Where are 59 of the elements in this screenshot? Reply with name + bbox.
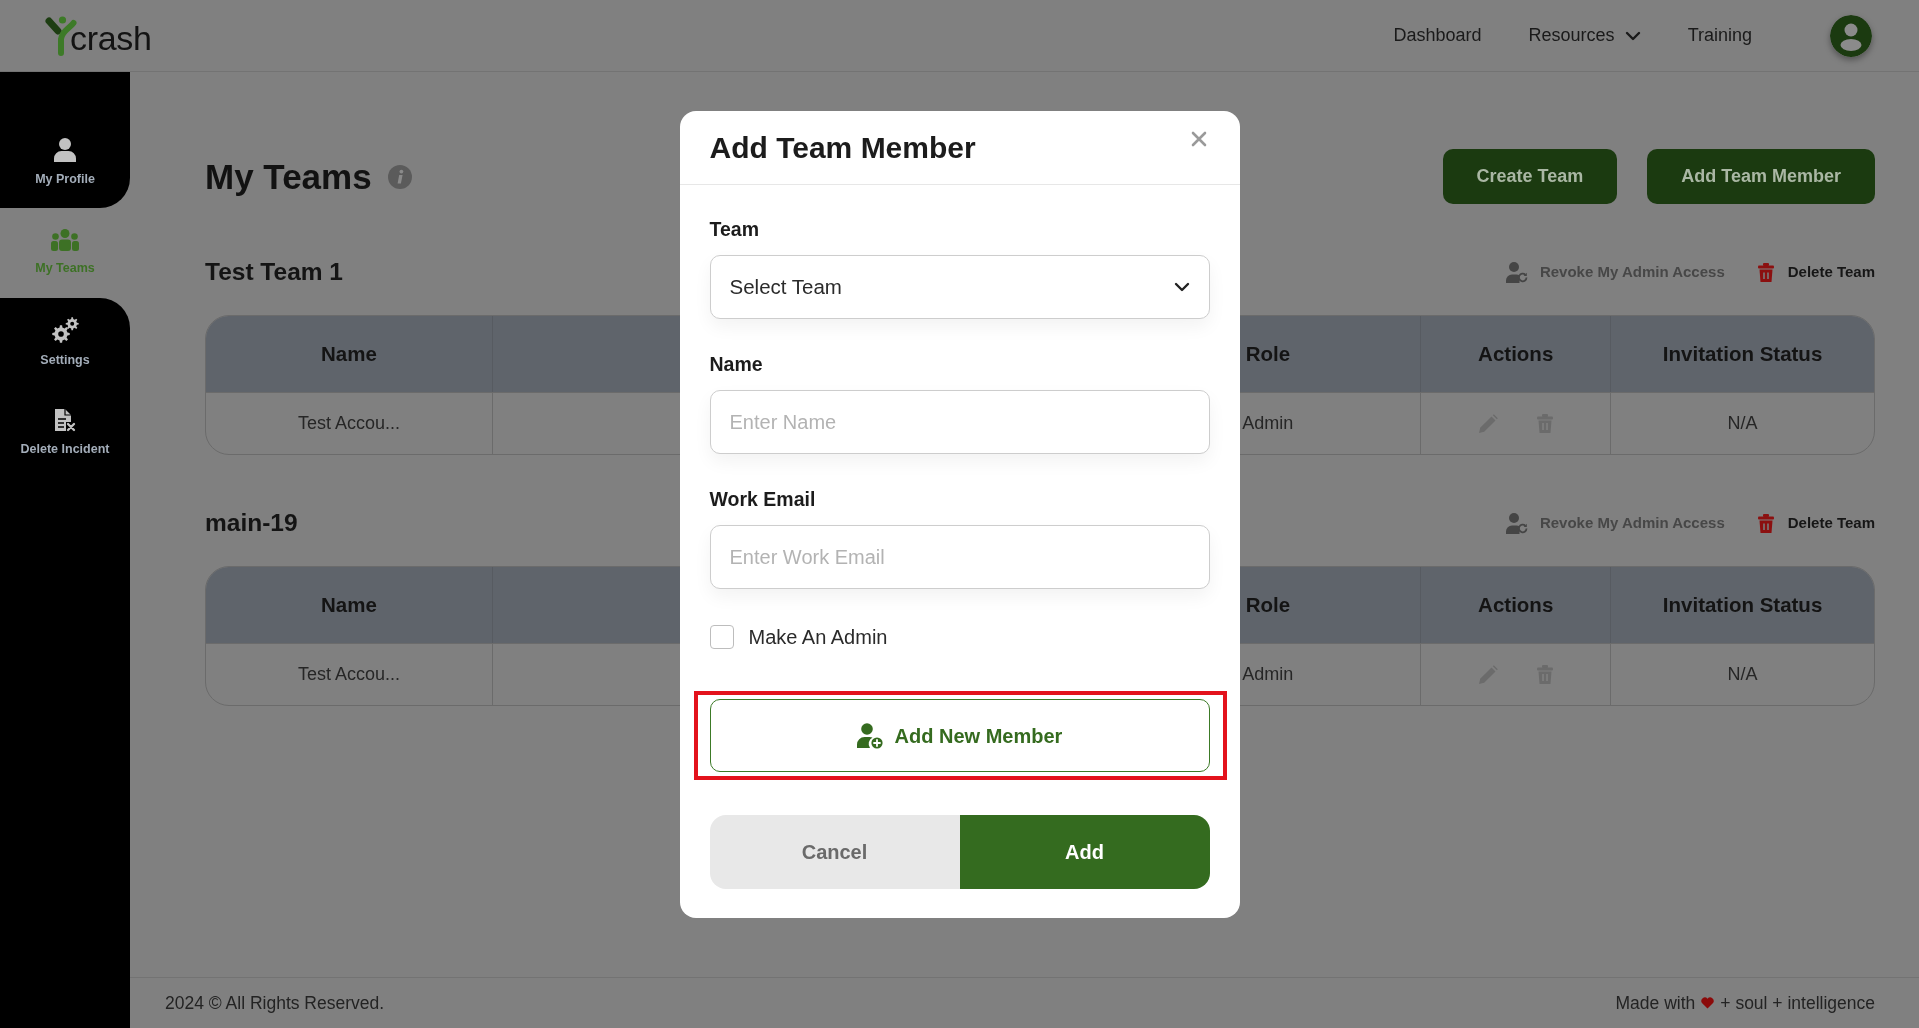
- field-label: Team: [709, 218, 760, 240]
- delete-team-link[interactable]: Delete Team: [1757, 511, 1875, 535]
- checkbox[interactable]: [709, 625, 734, 649]
- modal-title: Add Team Member: [709, 129, 976, 166]
- trash-icon: [1757, 513, 1774, 533]
- close-button[interactable]: [1190, 131, 1207, 147]
- member-role: Admin: [1242, 412, 1294, 435]
- invitation-status: N/A: [1727, 663, 1758, 686]
- column-title: Invitation Status: [1662, 340, 1823, 367]
- chevron-down-icon: [1173, 282, 1190, 292]
- page-title: My Teams: [205, 155, 372, 198]
- person-refresh-icon: [1505, 512, 1528, 534]
- column-title: Name: [321, 340, 377, 367]
- action-button[interactable]: Create Team: [1442, 149, 1618, 204]
- sidebar-item[interactable]: My Profile: [0, 118, 130, 208]
- person-refresh-icon: [1505, 261, 1528, 283]
- field-label: Name: [709, 353, 764, 375]
- sidebar-item[interactable]: Settings: [0, 298, 130, 388]
- input-field[interactable]: Enter Name: [709, 390, 1210, 454]
- cancel-button[interactable]: Cancel: [709, 815, 960, 889]
- column-title: Name: [321, 591, 377, 618]
- sidebar-item[interactable]: Delete Incident: [0, 388, 130, 478]
- input-field[interactable]: Enter Work Email: [709, 525, 1210, 589]
- credit-text: Made with: [1615, 991, 1696, 1015]
- settings-icon: [51, 316, 79, 343]
- user-avatar-icon[interactable]: [1830, 14, 1872, 57]
- field-label: Work Email: [709, 488, 817, 510]
- add-new-member-button[interactable]: Add New Member: [709, 699, 1210, 772]
- column-title: Actions: [1478, 591, 1554, 618]
- column-title: Actions: [1478, 340, 1554, 367]
- nav-dropdown[interactable]: Resources: [1528, 22, 1641, 49]
- team-name: main-19: [205, 508, 298, 538]
- chevron-down-icon: [1624, 30, 1641, 41]
- logo[interactable]: crash: [45, 15, 152, 56]
- column-title: Role: [1245, 340, 1291, 367]
- nav-link[interactable]: Dashboard: [1393, 22, 1482, 49]
- team-name: Test Team 1: [205, 257, 343, 287]
- delete-team-link[interactable]: Delete Team: [1757, 260, 1875, 284]
- heart-icon: [1701, 997, 1715, 1009]
- close-icon: [1190, 131, 1207, 147]
- trash-icon: [1757, 262, 1774, 282]
- copyright-text: 2024 © All Rights Reserved.: [165, 991, 385, 1015]
- person-icon: [54, 137, 76, 162]
- credit-text: + soul + intelligence: [1720, 991, 1875, 1015]
- document-x-icon: [54, 407, 76, 432]
- member-name: Test Accou...: [297, 663, 400, 686]
- column-title: Invitation Status: [1662, 591, 1823, 618]
- checkbox-label: Make An Admin: [748, 625, 888, 650]
- team-select[interactable]: Select Team: [709, 255, 1210, 319]
- nav-link[interactable]: Training: [1687, 22, 1752, 49]
- person-plus-icon: [856, 722, 883, 749]
- action-button[interactable]: Add Team Member: [1647, 149, 1875, 204]
- member-name: Test Accou...: [297, 412, 400, 435]
- info-icon[interactable]: [387, 164, 412, 189]
- group-icon: [51, 228, 79, 251]
- column-title: Role: [1245, 591, 1291, 618]
- add-button[interactable]: Add: [959, 815, 1210, 889]
- member-role: Admin: [1242, 663, 1294, 686]
- invitation-status: N/A: [1727, 412, 1758, 435]
